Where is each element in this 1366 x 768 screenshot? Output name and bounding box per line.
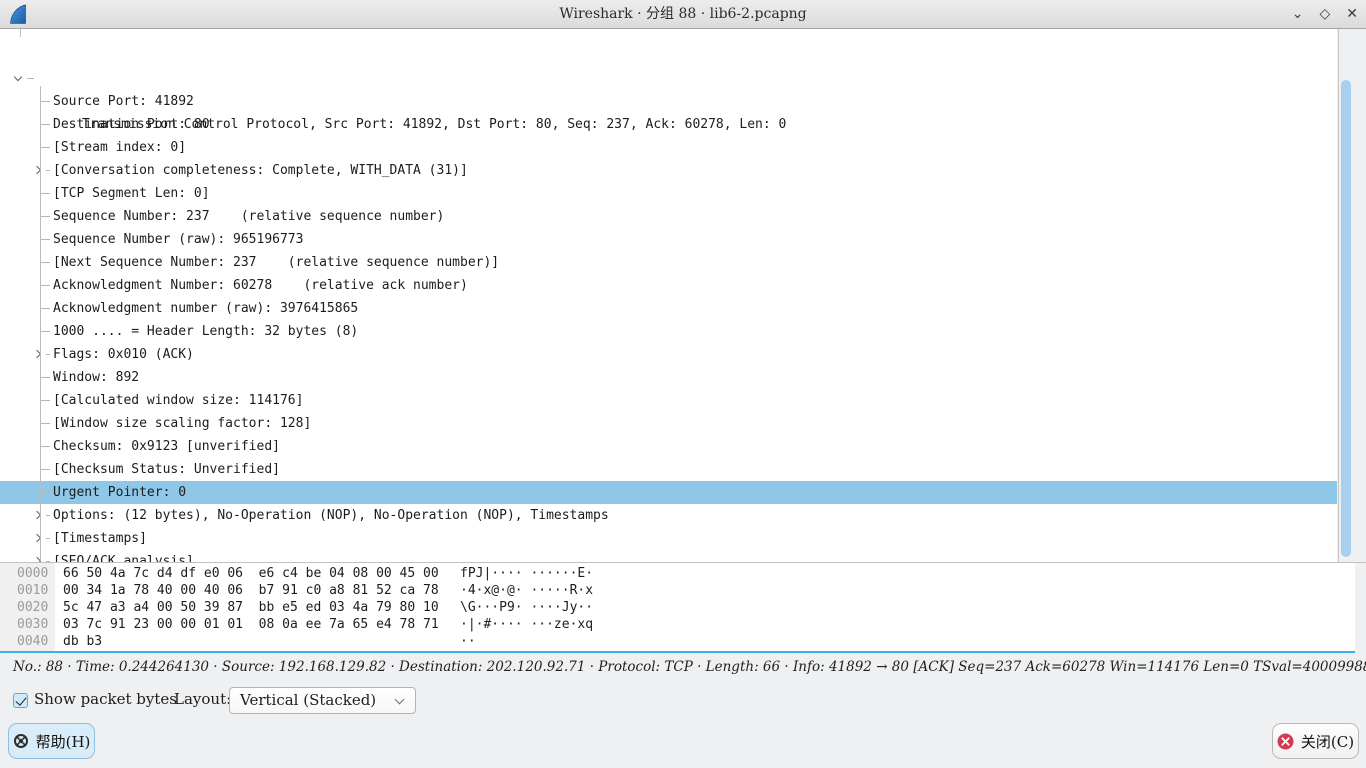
close-button[interactable]: 关闭(C) [1272,723,1359,759]
hex-bytes: db b3 [63,633,452,650]
tree-item[interactable]: [Stream index: 0] [0,136,1337,159]
tree-item[interactable]: [SEQ/ACK analysis] [0,550,1337,562]
tree-item-label: Source Port: 41892 [53,94,194,109]
close-button-label: 关闭(C) [1301,731,1354,752]
tree-item-label: Options: (12 bytes), No-Operation (NOP),… [53,508,609,523]
show-packet-bytes-label[interactable]: Show packet bytes [34,690,177,708]
hex-offset: 0010 [0,582,55,599]
hex-bytes: 5c 47 a3 a4 00 50 39 87 bb e5 ed 03 4a 7… [63,599,452,616]
hex-row[interactable]: 0010 00 34 1a 78 40 00 40 06 b7 91 c0 a8 … [0,582,1355,599]
tree-item[interactable]: [Window size scaling factor: 128] [0,412,1337,435]
tree-item-label: Checksum: 0x9123 [unverified] [53,439,280,454]
scrollbar-thumb[interactable] [1341,80,1351,557]
tree-item-label: 1000 .... = Header Length: 32 bytes (8) [53,324,358,339]
tree-item[interactable]: [Conversation completeness: Complete, WI… [0,159,1337,182]
tree-item-root[interactable]: Transmission Control Protocol, Src Port:… [0,67,1337,90]
tree-item-label: [TCP Segment Len: 0] [53,186,210,201]
chevron-down-icon [395,695,405,705]
tree-item[interactable]: Flags: 0x010 (ACK) [0,343,1337,366]
hex-ascii: fPJ|···· ······E· [460,565,593,582]
layout-label: Layout: [174,690,231,708]
close-icon [1277,733,1294,750]
tree-item-label: [Calculated window size: 114176] [53,393,303,408]
hex-row[interactable]: 0040 db b3 ·· [0,633,1355,650]
tree-item-label: [SEQ/ACK analysis] [53,554,194,562]
hex-offset: 0000 [0,565,55,582]
tree-item[interactable]: Options: (12 bytes), No-Operation (NOP),… [0,504,1337,527]
protocol-tree-pane: Transmission Control Protocol, Src Port:… [0,29,1337,562]
tree-item-label: [Conversation completeness: Complete, WI… [53,163,468,178]
hex-offset: 0020 [0,599,55,616]
minimize-button[interactable]: ⌄ [1292,0,1304,28]
tree-item[interactable]: Acknowledgment Number: 60278 (relative a… [0,274,1337,297]
tree-item-label: Acknowledgment number (raw): 3976415865 [53,301,358,316]
hex-row[interactable]: 0000 66 50 4a 7c d4 df e0 06 e6 c4 be 04 … [0,565,1355,582]
tree-scrollbar[interactable] [1338,29,1366,562]
tree-item-label: Sequence Number (raw): 965196773 [53,232,303,247]
close-window-button[interactable]: ✕ [1346,0,1358,28]
chevron-down-icon[interactable] [14,73,22,81]
tree-item-label: Urgent Pointer: 0 [53,485,186,500]
hex-row[interactable]: 0030 03 7c 91 23 00 00 01 01 08 0a ee 7a … [0,616,1355,633]
tree-item[interactable]: Sequence Number: 237 (relative sequence … [0,205,1337,228]
help-button[interactable]: 帮助(H) [8,723,95,759]
hex-bytes: 00 34 1a 78 40 00 40 06 b7 91 c0 a8 81 5… [63,582,452,599]
tree-item-label: Sequence Number: 237 (relative sequence … [53,209,444,224]
hex-ascii: ·· [460,633,476,650]
hex-ascii: ·|·#···· ···ze·xq [460,616,593,633]
help-icon [13,733,29,749]
hex-bytes: 66 50 4a 7c d4 df e0 06 e6 c4 be 04 08 0… [63,565,452,582]
maximize-button[interactable]: ◇ [1319,0,1330,28]
hex-bytes: 03 7c 91 23 00 00 01 01 08 0a ee 7a 65 e… [63,616,452,633]
hex-offset: 0040 [0,633,55,650]
window-title: Wireshark · 分组 88 · lib6-2.pcapng [0,0,1366,28]
layout-select-value: Vertical (Stacked) [240,691,376,709]
tree-item[interactable]: [Checksum Status: Unverified] [0,458,1337,481]
tree-item-label: Destination Port: 80 [53,117,210,132]
hex-ascii: ·4·x@·@· ·····R·x [460,582,593,599]
tree-item-label: Acknowledgment Number: 60278 (relative a… [53,278,468,293]
tree-item[interactable]: Checksum: 0x9123 [unverified] [0,435,1337,458]
tree-item[interactable]: [Calculated window size: 114176] [0,389,1337,412]
hex-dump-pane: 0000 66 50 4a 7c d4 df e0 06 e6 c4 be 04 … [0,563,1355,651]
tree-connector [20,29,21,37]
tree-item[interactable]: Window: 892 [0,366,1337,389]
tree-item-label: [Timestamps] [53,531,147,546]
tree-connector [40,86,41,561]
tree-item[interactable]: Destination Port: 80 [0,113,1337,136]
tree-item-label: [Checksum Status: Unverified] [53,462,280,477]
tree-item[interactable]: [Timestamps] [0,527,1337,550]
show-packet-bytes-checkbox[interactable] [13,693,28,708]
bottom-panel: No.: 88 · Time: 0.244264130 · Source: 19… [0,653,1366,768]
tree-item-label: [Next Sequence Number: 237 (relative seq… [53,255,499,270]
help-button-label: 帮助(H) [36,731,91,752]
tree-item[interactable]: Sequence Number (raw): 965196773 [0,228,1337,251]
tree-item[interactable]: Acknowledgment number (raw): 3976415865 [0,297,1337,320]
tree-item[interactable]: [Next Sequence Number: 237 (relative seq… [0,251,1337,274]
title-bar: Wireshark · 分组 88 · lib6-2.pcapng ⌄ ◇ ✕ [0,0,1366,29]
tree-item-label: Window: 892 [53,370,139,385]
tree-item[interactable]: 1000 .... = Header Length: 32 bytes (8) [0,320,1337,343]
hex-offset: 0030 [0,616,55,633]
tree-item-label: Flags: 0x010 (ACK) [53,347,194,362]
tree-item[interactable]: Source Port: 41892 [0,90,1337,113]
layout-select[interactable]: Vertical (Stacked) [229,687,416,714]
packet-summary-line: No.: 88 · Time: 0.244264130 · Source: 19… [13,659,1356,675]
tree-item[interactable]: [TCP Segment Len: 0] [0,182,1337,205]
hex-ascii: \G···P9· ····Jy·· [460,599,593,616]
hex-row[interactable]: 0020 5c 47 a3 a4 00 50 39 87 bb e5 ed 03 … [0,599,1355,616]
tree-item-label: [Stream index: 0] [53,140,186,155]
tree-item-label: [Window size scaling factor: 128] [53,416,311,431]
tree-item[interactable]: Urgent Pointer: 0 [0,481,1337,504]
